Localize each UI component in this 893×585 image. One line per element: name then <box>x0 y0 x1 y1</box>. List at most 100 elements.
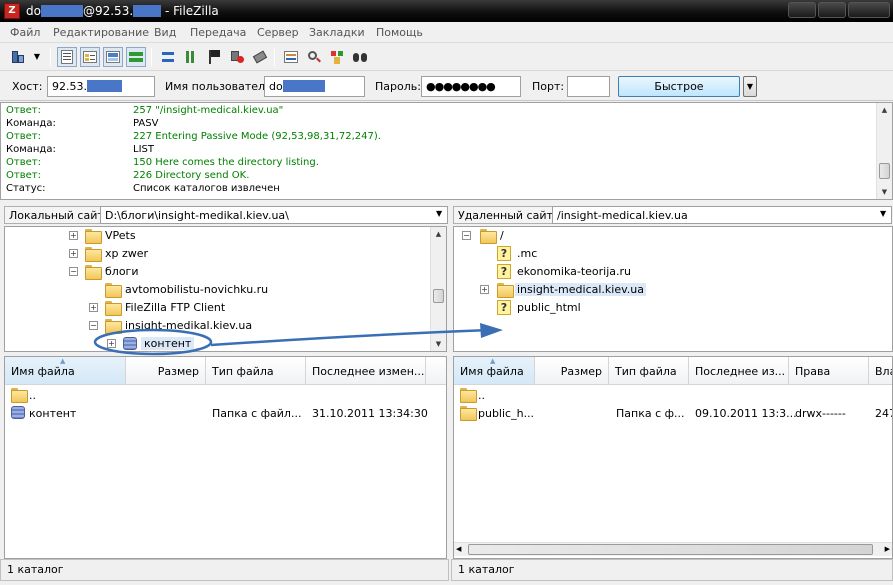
process-queue-icon[interactable] <box>181 47 201 67</box>
remote-path-input[interactable]: /insight-medical.kiev.ua <box>552 206 892 224</box>
log-line-message: 257 "/insight-medical.kiev.ua" <box>133 105 284 116</box>
file-type: Папка с файл... <box>212 407 302 420</box>
file-row-parent[interactable]: .. <box>5 386 426 406</box>
host-input[interactable]: 92.53. <box>47 76 155 97</box>
column-header-filename[interactable]: Имя файла <box>5 357 126 385</box>
scroll-up-arrow[interactable]: ▲ <box>877 103 892 117</box>
remote-path-dropdown[interactable]: ▼ <box>880 209 886 218</box>
scroll-down-arrow[interactable]: ▼ <box>877 185 892 199</box>
collapse-icon[interactable]: − <box>69 267 78 276</box>
expand-icon[interactable]: + <box>69 249 78 258</box>
local-path-input[interactable]: D:\блоги\insight-medikal.kiev.ua\ <box>100 206 448 224</box>
expand-icon[interactable]: + <box>480 285 489 294</box>
tree-item-blogs[interactable]: − блоги <box>67 263 138 281</box>
menu-edit[interactable]: Редактирование <box>53 26 149 39</box>
log-scrollbar[interactable]: ▲ ▼ <box>876 103 892 199</box>
tree-item-root[interactable]: − / <box>458 227 504 245</box>
site-manager-icon[interactable] <box>8 47 28 67</box>
remote-list-hscrollbar[interactable]: ◀ ▶ <box>454 542 892 556</box>
scroll-down-arrow[interactable]: ▼ <box>431 337 446 351</box>
quickconnect-bar: Хост: 92.53. Имя пользователя do Пароль:… <box>0 71 893 112</box>
tree-item-public-html[interactable]: ? public_html <box>480 299 581 317</box>
port-input[interactable] <box>567 76 610 97</box>
local-tree-scroll-thumb[interactable] <box>433 289 444 303</box>
column-header-permissions[interactable]: Права <box>789 357 869 385</box>
maximize-button[interactable] <box>818 2 846 18</box>
tree-item-vpets[interactable]: + VPets <box>67 227 136 245</box>
scroll-right-arrow[interactable]: ▶ <box>885 543 890 556</box>
remote-directory-tree: − / ? .mc ? ekonomika-teorija.ru + insig… <box>453 226 893 352</box>
quickconnect-history-dropdown[interactable]: ▼ <box>743 76 757 97</box>
close-button[interactable] <box>848 2 890 18</box>
remote-list-scroll-thumb[interactable] <box>468 544 873 555</box>
log-line: Команда: LIST <box>6 144 866 157</box>
password-input[interactable]: ●●●●●●●● <box>421 76 521 97</box>
scroll-up-arrow[interactable]: ▲ <box>431 227 446 241</box>
site-manager-dropdown-icon[interactable]: ▼ <box>30 47 44 67</box>
menu-server[interactable]: Сервер <box>257 26 299 39</box>
collapse-icon[interactable]: − <box>462 231 471 240</box>
refresh-icon[interactable] <box>158 47 178 67</box>
directory-compare-icon[interactable] <box>281 47 301 67</box>
column-header-size[interactable]: Размер <box>535 357 609 385</box>
username-value: do <box>269 80 283 93</box>
log-line-message: 150 Here comes the directory listing. <box>133 157 319 168</box>
local-path-dropdown[interactable]: ▼ <box>436 209 442 218</box>
remote-status-bar: 1 каталог <box>451 559 893 581</box>
column-header-modified[interactable]: Последнее из... <box>689 357 789 385</box>
unknown-folder-icon: ? <box>497 300 511 315</box>
password-label: Пароль: <box>375 80 421 93</box>
column-label: Тип файла <box>615 365 677 378</box>
column-header-modified[interactable]: Последнее измен... <box>306 357 426 385</box>
menu-transfer[interactable]: Передача <box>190 26 246 39</box>
column-header-size[interactable]: Размер <box>126 357 206 385</box>
column-header-type[interactable]: Тип файла <box>609 357 689 385</box>
remote-site-bar: Удаленный сайт: /insight-medical.kiev.ua… <box>451 204 893 226</box>
expand-icon[interactable]: + <box>69 231 78 240</box>
sync-browsing-icon[interactable] <box>327 47 347 67</box>
tree-item-avtomobilistu[interactable]: avtomobilistu-novichku.ru <box>85 281 268 299</box>
column-label: Размер <box>157 365 199 378</box>
redaction-mask <box>133 5 162 17</box>
filter-icon[interactable] <box>304 47 324 67</box>
folder-icon <box>85 247 102 262</box>
title-bar: Z do @92.53. - FileZilla <box>0 0 893 22</box>
tree-item-kontent[interactable]: + контент <box>103 335 195 351</box>
file-row-kontent[interactable]: контент Папка с файл... 31.10.2011 13:34… <box>5 404 428 424</box>
expand-icon[interactable]: + <box>107 339 116 348</box>
username-input[interactable]: do <box>264 76 365 97</box>
tree-item-filezilla-client[interactable]: + FileZilla FTP Client <box>85 299 225 317</box>
minimize-button[interactable] <box>788 2 816 18</box>
column-label: Имя файла <box>460 365 524 378</box>
stop-icon[interactable] <box>204 47 224 67</box>
menu-bookmarks[interactable]: Закладки <box>309 26 365 39</box>
collapse-icon[interactable]: − <box>89 321 98 330</box>
toggle-remote-tree-icon[interactable] <box>103 47 123 67</box>
menu-help[interactable]: Помощь <box>376 26 423 39</box>
tree-item-insight-medikal[interactable]: − insight-medikal.kiev.ua <box>85 317 252 335</box>
menu-view[interactable]: Вид <box>154 26 176 39</box>
tree-item-xp-zwer[interactable]: + xp zwer <box>67 245 148 263</box>
toggle-message-log-icon[interactable] <box>57 47 77 67</box>
log-scroll-thumb[interactable] <box>879 163 890 179</box>
column-header-owner[interactable]: Вла <box>869 357 892 385</box>
search-icon[interactable] <box>350 47 370 67</box>
quickconnect-button[interactable]: Быстрое соединение <box>618 76 740 112</box>
menu-file[interactable]: Файл <box>10 26 40 39</box>
toggle-transfer-queue-icon[interactable] <box>126 47 146 67</box>
tree-item-mc[interactable]: ? .mc <box>480 245 537 263</box>
column-header-type[interactable]: Тип файла <box>206 357 306 385</box>
log-line-type: Ответ: <box>6 170 41 181</box>
file-row-parent[interactable]: .. <box>454 386 892 406</box>
tree-item-ekonomika[interactable]: ? ekonomika-teorija.ru <box>480 263 631 281</box>
folder-icon <box>460 406 477 421</box>
expand-icon[interactable]: + <box>89 303 98 312</box>
reconnect-icon[interactable] <box>250 47 270 67</box>
tree-item-insight-medical[interactable]: + insight-medical.kiev.ua <box>480 281 646 299</box>
toggle-local-tree-icon[interactable] <box>80 47 100 67</box>
file-row-public-html[interactable]: public_h... Папка с ф... 09.10.2011 13:3… <box>454 404 892 424</box>
tree-item-label: insight-medical.kiev.ua <box>515 283 646 296</box>
scroll-left-arrow[interactable]: ◀ <box>456 543 461 556</box>
local-tree-scrollbar[interactable]: ▲ ▼ <box>430 227 446 351</box>
disconnect-icon[interactable] <box>227 47 247 67</box>
